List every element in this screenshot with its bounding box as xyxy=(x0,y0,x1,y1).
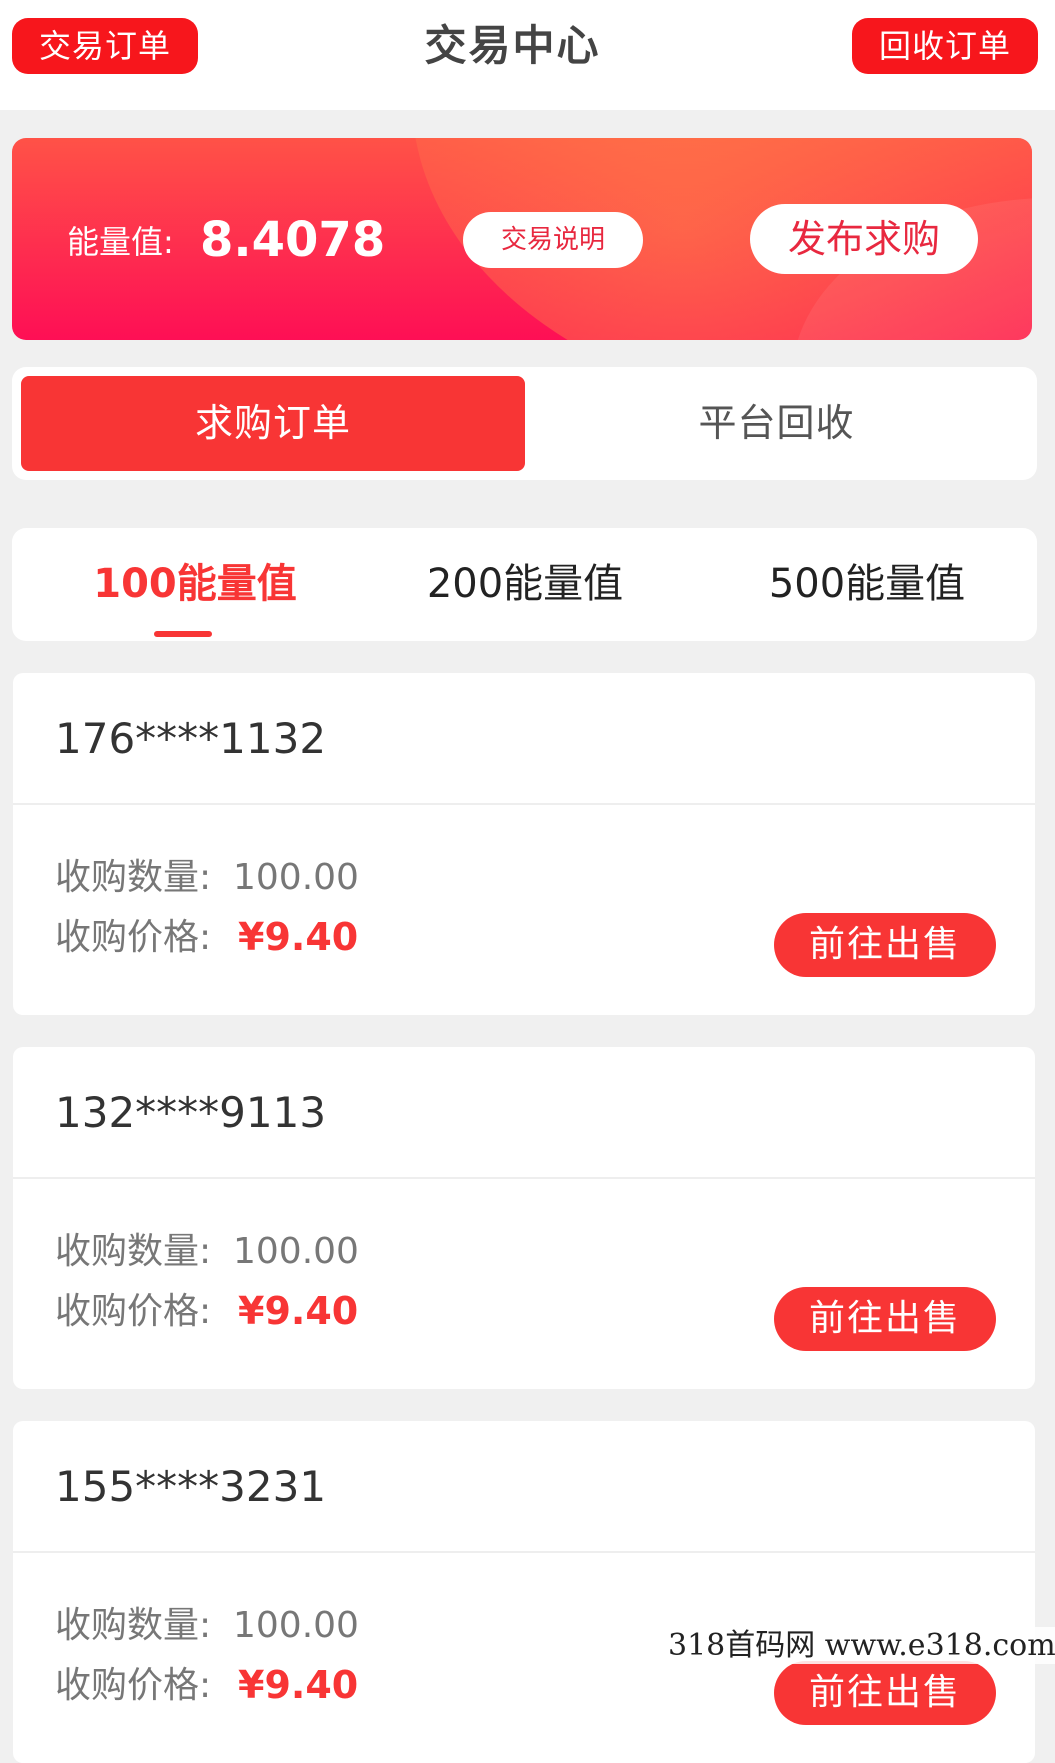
quantity-label: 收购数量: xyxy=(55,1231,212,1272)
tab-500-energy[interactable]: 500能量值 xyxy=(727,554,1007,614)
energy-tier-tabs: 100能量值 200能量值 500能量值 xyxy=(12,528,1037,641)
top-bar: 交易订单 交易中心 回收订单 xyxy=(0,0,1055,110)
order-card: 176****1132 收购数量: 100.00 收购价格: ¥9.40 前往出… xyxy=(13,673,1035,1015)
price-value: ¥9.40 xyxy=(238,915,359,959)
trade-explanation-button[interactable]: 交易说明 xyxy=(463,212,643,268)
price-label: 收购价格: xyxy=(55,917,212,958)
tab-platform-recycle[interactable]: 平台回收 xyxy=(525,376,1028,471)
quantity-value: 100.00 xyxy=(233,857,359,898)
order-card: 132****9113 收购数量: 100.00 收购价格: ¥9.40 前往出… xyxy=(13,1047,1035,1389)
price-label: 收购价格: xyxy=(55,1291,212,1332)
publish-purchase-button[interactable]: 发布求购 xyxy=(750,204,978,274)
go-sell-button[interactable]: 前往出售 xyxy=(774,1661,996,1725)
tab-100-energy[interactable]: 100能量值 xyxy=(55,554,335,614)
energy-value: 8.4078 xyxy=(200,212,386,268)
quantity-label: 收购数量: xyxy=(55,1605,212,1646)
energy-banner: 能量值: 8.4078 交易说明 发布求购 xyxy=(12,138,1032,340)
go-sell-button[interactable]: 前往出售 xyxy=(774,913,996,977)
quantity-value: 100.00 xyxy=(233,1605,359,1646)
divider xyxy=(13,803,1035,805)
active-tab-indicator xyxy=(154,631,212,637)
tab-200-energy[interactable]: 200能量值 xyxy=(385,554,665,614)
quantity-label: 收购数量: xyxy=(55,857,212,898)
divider xyxy=(13,1551,1035,1553)
quantity-value: 100.00 xyxy=(233,1231,359,1272)
recycle-orders-button[interactable]: 回收订单 xyxy=(852,18,1038,74)
tab-purchase-orders[interactable]: 求购订单 xyxy=(21,376,525,471)
price-label: 收购价格: xyxy=(55,1665,212,1706)
price-value: ¥9.40 xyxy=(238,1289,359,1333)
buyer-phone: 132****9113 xyxy=(55,1088,327,1137)
go-sell-button[interactable]: 前往出售 xyxy=(774,1287,996,1351)
buyer-phone: 155****3231 xyxy=(55,1462,327,1511)
order-type-segment: 求购订单 平台回收 xyxy=(12,367,1037,480)
site-watermark: 318首码网 www.e318.com xyxy=(668,1627,1055,1664)
price-value: ¥9.40 xyxy=(238,1663,359,1707)
energy-label: 能量值: xyxy=(67,223,174,261)
divider xyxy=(13,1177,1035,1179)
buyer-phone: 176****1132 xyxy=(55,714,327,763)
order-card: 155****3231 收购数量: 100.00 收购价格: ¥9.40 前往出… xyxy=(13,1421,1035,1763)
